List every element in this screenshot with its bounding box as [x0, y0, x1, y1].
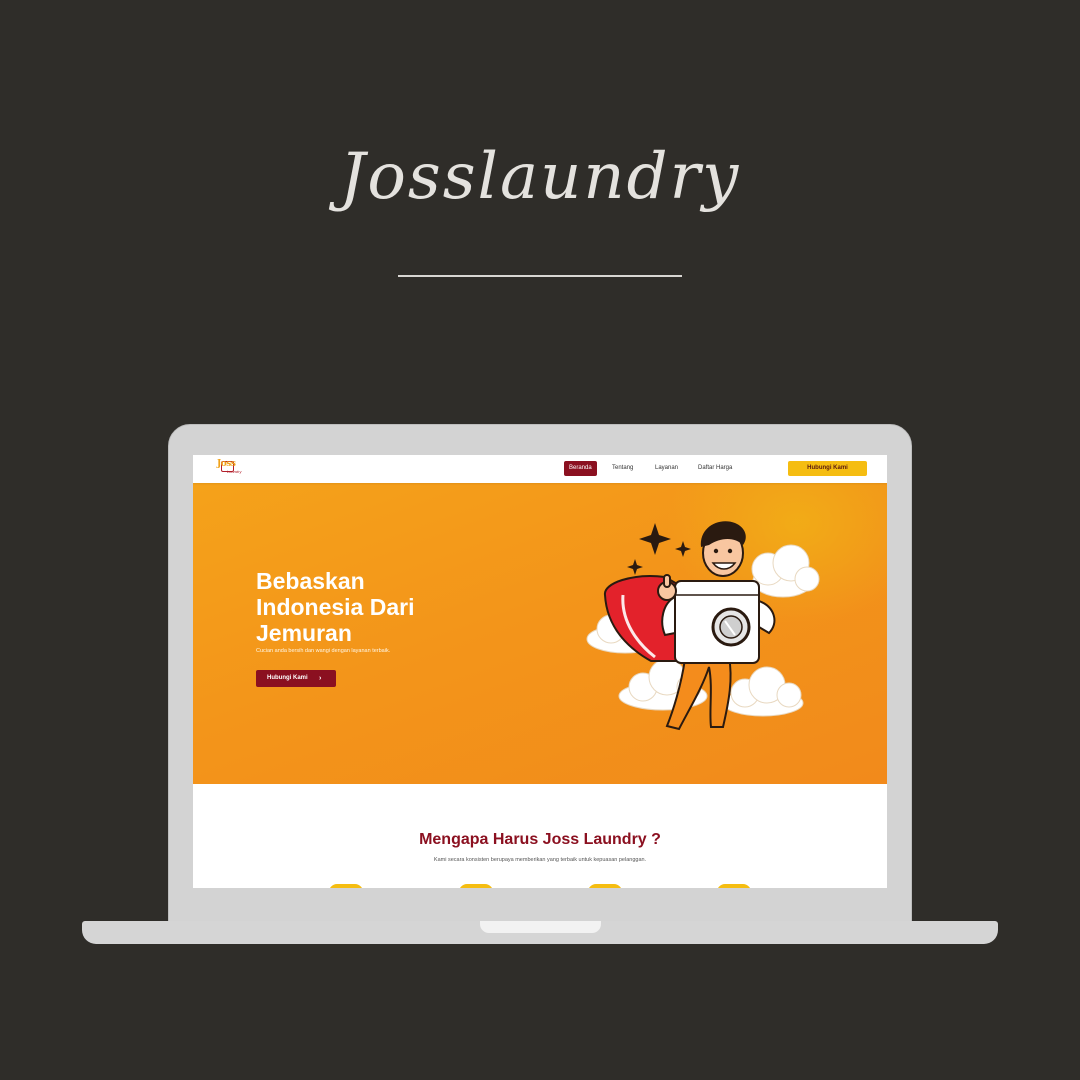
navbar: Joss Laundry Beranda Tentang Layanan Daf…: [193, 455, 887, 483]
hero-title: Bebaskan Indonesia Dari Jemuran: [256, 568, 496, 646]
brand-title-text: Josslaundry: [329, 140, 741, 214]
hero-section: Bebaskan Indonesia Dari Jemuran Cucian a…: [193, 483, 887, 784]
hero-title-line: Jemuran: [256, 620, 352, 646]
nav-contact-button[interactable]: Hubungi Kami: [788, 461, 867, 476]
feature-card-top: [588, 884, 622, 888]
feature-card-top: [459, 884, 493, 888]
cloud-icon: [722, 666, 804, 717]
laptop-notch: [480, 921, 601, 933]
hero-subtitle: Cucian anda bersih dan wangi dengan laya…: [256, 648, 391, 654]
chevron-right-icon: ›: [319, 675, 322, 682]
nav-tentang[interactable]: Tentang: [607, 461, 638, 476]
nav-daftar-harga[interactable]: Daftar Harga: [693, 461, 737, 476]
brand-title: Josslaundry: [329, 140, 741, 214]
nav-layanan[interactable]: Layanan: [650, 461, 683, 476]
why-section-subtitle: Kami secara konsisten berupaya memberika…: [433, 857, 647, 863]
logo-subtext: Laundry: [227, 469, 242, 474]
hero-button-label: Hubungi Kami: [267, 675, 308, 681]
mascot-illustration: [586, 521, 820, 731]
cloud-icon: [751, 544, 820, 598]
site-logo[interactable]: Joss Laundry: [217, 459, 247, 478]
title-underline: [398, 275, 682, 277]
hero-title-line: Bebaskan: [256, 568, 365, 594]
sparkle-icon: [627, 523, 691, 575]
nav-beranda[interactable]: Beranda: [564, 461, 597, 476]
feature-card-top: [329, 884, 363, 888]
hero-contact-button[interactable]: Hubungi Kami ›: [256, 670, 336, 687]
why-section-title: Mengapa Harus Joss Laundry ?: [419, 831, 661, 848]
hero-title-line: Indonesia Dari: [256, 594, 415, 620]
feature-card-top: [717, 884, 751, 888]
website-screen: Joss Laundry Beranda Tentang Layanan Daf…: [193, 455, 887, 888]
logo-text: Joss: [217, 459, 236, 469]
